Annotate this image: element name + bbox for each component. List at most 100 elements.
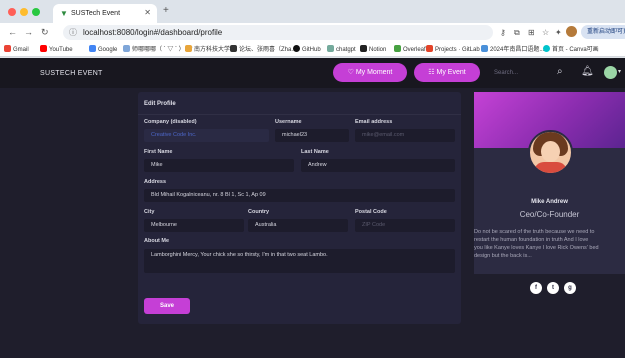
address-input[interactable]: Bld Mihail Kogalniceanu, nr. 8 Bl 1, Sc … bbox=[144, 189, 455, 202]
bookmark-label: Google bbox=[98, 47, 118, 53]
facebook-icon[interactable]: f bbox=[530, 282, 542, 294]
close-window-button[interactable] bbox=[8, 8, 16, 16]
bookmark-label: Overleaf bbox=[403, 47, 426, 53]
tab-title: SUSTech Event bbox=[71, 10, 121, 17]
bookmark-label: 首页 - Canva可画 bbox=[552, 47, 599, 53]
share-icon[interactable]: ⧉ bbox=[514, 27, 520, 38]
bookmark-github[interactable]: GitHub bbox=[293, 45, 321, 55]
minimize-window-button[interactable] bbox=[20, 8, 28, 16]
first-name-input[interactable]: Mike bbox=[144, 159, 294, 172]
twitter-icon[interactable]: t bbox=[547, 282, 559, 294]
company-label: Company (disabled) bbox=[144, 119, 197, 125]
city-input[interactable]: Melbourne bbox=[144, 219, 244, 232]
top-navbar: SUSTECH EVENT ♡ My Moment ☷ My Event Sea… bbox=[0, 58, 625, 88]
bookmark-sustech[interactable]: 南方科技大学 bbox=[185, 45, 230, 55]
key-icon[interactable]: ⚷ bbox=[500, 27, 506, 38]
doc-icon bbox=[481, 45, 488, 52]
profile-role: Ceo/Co-Founder bbox=[519, 210, 580, 219]
bookmark-label: YouTube bbox=[49, 47, 73, 53]
address-bar-row: ← → ↻ ⓘ localhost:8080/login#/dashboard/… bbox=[0, 23, 625, 42]
postal-code-label: Postal Code bbox=[355, 209, 387, 215]
canva-icon bbox=[543, 45, 550, 52]
new-tab-icon[interactable]: + bbox=[163, 5, 169, 17]
bookmark-gitlab[interactable]: Projects · GitLab bbox=[426, 45, 480, 55]
bookmark-google[interactable]: Google bbox=[89, 45, 117, 55]
city-label: City bbox=[144, 209, 155, 215]
tab-close-icon[interactable]: ✕ bbox=[144, 8, 151, 18]
username-label: Username bbox=[275, 119, 302, 125]
bookmark-forum[interactable]: 论坛、张雨喜（Zha... bbox=[230, 45, 296, 55]
search-input[interactable]: Search... bbox=[494, 66, 540, 80]
extensions-icon[interactable]: ✦ bbox=[555, 27, 562, 38]
bookmark-overleaf[interactable]: Overleaf bbox=[394, 45, 426, 55]
country-input[interactable]: Australia bbox=[248, 219, 348, 232]
maximize-window-button[interactable] bbox=[32, 8, 40, 16]
restart-update-button[interactable]: 重新启动即可更新 bbox=[581, 25, 625, 39]
google-icon bbox=[89, 45, 96, 52]
url-input[interactable]: ⓘ localhost:8080/login#/dashboard/profil… bbox=[63, 25, 493, 40]
bookmark-label: Projects · GitLab bbox=[435, 47, 480, 53]
reload-icon[interactable]: ↻ bbox=[41, 27, 49, 38]
folder-icon bbox=[123, 45, 130, 52]
bookmark-folder[interactable]: 师哪哪哪（ ´ ▽ ` ）ﾉゞ bbox=[123, 45, 194, 55]
profile-summary-card: Mike Andrew Ceo/Co-Founder Do not be sca… bbox=[474, 92, 625, 274]
user-avatar[interactable] bbox=[604, 66, 617, 79]
quote-line: design but the back is... bbox=[474, 253, 532, 259]
card-title: Edit Profile bbox=[144, 101, 176, 107]
bookmark-label: 2024年南昌口语题... bbox=[490, 47, 545, 53]
gmail-icon bbox=[4, 45, 11, 52]
last-name-input[interactable]: Andrew bbox=[301, 159, 455, 172]
bookmark-label: GitHub bbox=[302, 47, 321, 53]
profile-quote: Do not be scared of the truth because we… bbox=[474, 228, 625, 260]
sustech-icon bbox=[185, 45, 192, 52]
youtube-icon bbox=[40, 45, 47, 52]
bookmark-youtube[interactable]: YouTube bbox=[40, 45, 73, 55]
bookmark-label: 南方科技大学 bbox=[194, 47, 231, 53]
gitlab-icon bbox=[426, 45, 433, 52]
company-input: Creative Code Inc. bbox=[144, 129, 269, 142]
bookmark-notion[interactable]: Notion bbox=[360, 45, 386, 55]
postal-code-input[interactable]: ZIP Code bbox=[355, 219, 455, 232]
address-label: Address bbox=[144, 179, 167, 185]
bookmark-star-icon[interactable]: ☆ bbox=[542, 27, 549, 38]
google-plus-icon[interactable]: g bbox=[564, 282, 576, 294]
notification-bell-icon[interactable]: 🔔︎ bbox=[581, 66, 594, 78]
bookmark-gmail[interactable]: Gmail bbox=[4, 45, 29, 55]
profile-name: Mike Andrew bbox=[531, 199, 568, 205]
bookmark-label: Notion bbox=[369, 47, 387, 53]
url-text: localhost:8080/login#/dashboard/profile bbox=[83, 28, 223, 37]
about-me-label: About Me bbox=[144, 238, 170, 244]
site-info-icon[interactable]: ⓘ bbox=[69, 27, 77, 38]
bookmark-oral-exam[interactable]: 2024年南昌口语题... bbox=[481, 45, 544, 55]
brand-logo[interactable]: SUSTECH EVENT bbox=[40, 69, 103, 78]
profile-avatar-illustration bbox=[528, 130, 573, 175]
bookmarks-bar: Gmail YouTube Google 师哪哪哪（ ´ ▽ ` ）ﾉゞ 南方科… bbox=[0, 42, 625, 57]
back-arrow-icon[interactable]: ← bbox=[8, 27, 17, 38]
vue-favicon-icon: ▼ bbox=[60, 9, 68, 18]
bookmark-label: 论坛、张雨喜（Zha... bbox=[239, 47, 297, 53]
quote-line: Do not be scared of the truth because we… bbox=[474, 229, 595, 235]
my-moment-button[interactable]: ♡ My Moment bbox=[333, 63, 407, 82]
my-event-button[interactable]: ☷ My Event bbox=[414, 63, 480, 82]
email-input[interactable]: mike@email.com bbox=[355, 129, 455, 142]
email-label: Email address bbox=[355, 119, 393, 125]
chevron-down-icon[interactable]: ▾ bbox=[618, 68, 621, 76]
browser-tab[interactable]: ▼ SUSTech Event ✕ bbox=[53, 4, 157, 23]
forward-arrow-icon[interactable]: → bbox=[24, 27, 33, 38]
bookmark-chatgpt[interactable]: chatgpt bbox=[327, 45, 356, 55]
username-input[interactable]: michael23 bbox=[275, 129, 349, 142]
bookmark-label: chatgpt bbox=[336, 47, 356, 53]
save-button[interactable]: Save bbox=[144, 298, 190, 314]
search-icon[interactable]: ⌕ bbox=[557, 66, 563, 78]
bookmark-label: Gmail bbox=[13, 47, 29, 53]
chatgpt-icon bbox=[327, 45, 334, 52]
quote-line: you like Kanye loves Kanye I love Rick O… bbox=[474, 245, 599, 251]
avatar-face bbox=[541, 141, 560, 162]
card-divider bbox=[138, 114, 461, 115]
profile-avatar[interactable] bbox=[566, 26, 577, 37]
about-me-textarea[interactable]: Lamborghini Mercy, Your chick she so thi… bbox=[144, 249, 455, 273]
bookmark-canva[interactable]: 首页 - Canva可画 bbox=[543, 45, 599, 55]
translate-icon[interactable]: ⊞ bbox=[528, 27, 535, 38]
forum-icon bbox=[230, 45, 237, 52]
avatar-shirt bbox=[534, 162, 567, 173]
